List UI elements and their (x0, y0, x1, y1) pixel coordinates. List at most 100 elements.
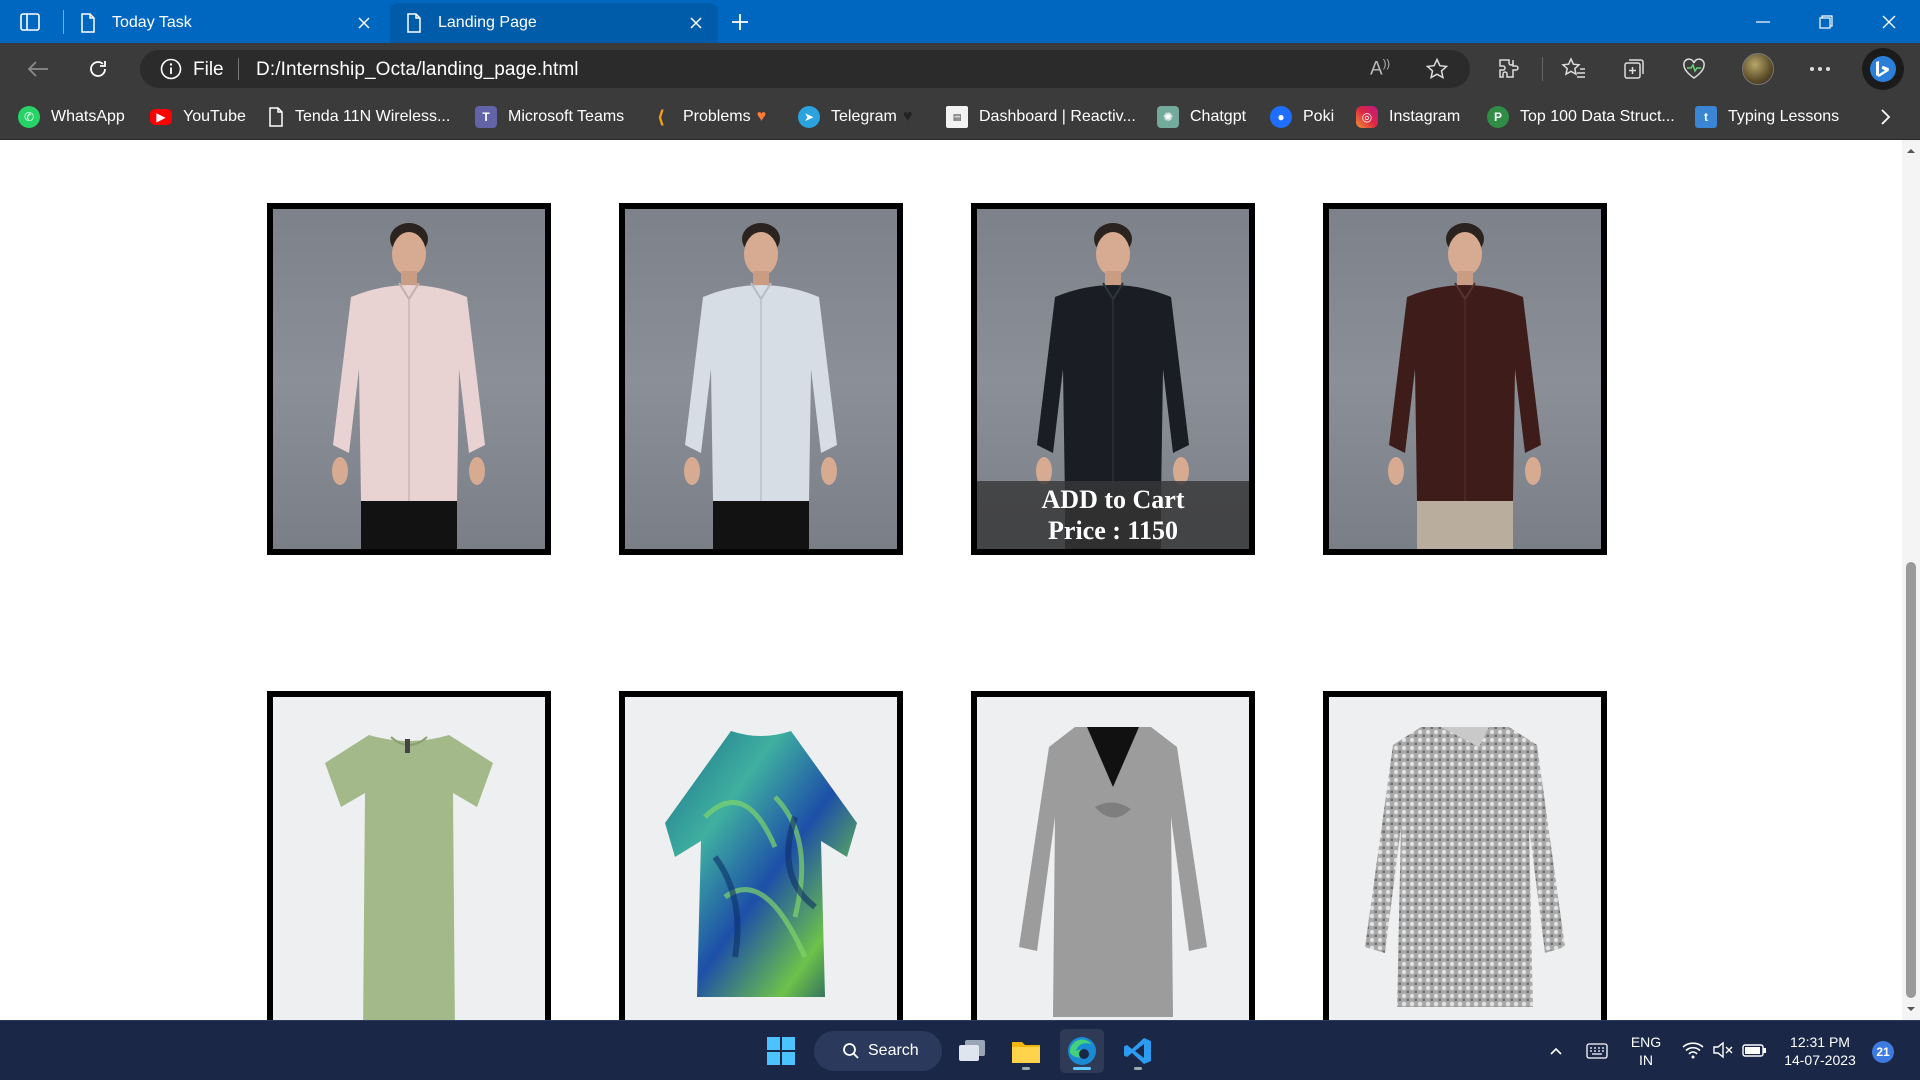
bookmark-label: Microsoft Teams (508, 108, 625, 125)
windows-taskbar: Search ENG IN 12:31 PM 14-07-2023 21 (0, 1020, 1920, 1080)
product-card-dress-tropical[interactable] (619, 691, 903, 1020)
product-card-dress-silver-sequin[interactable] (1323, 691, 1607, 1020)
url-separator (238, 58, 239, 80)
bookmark-youtube[interactable]: ▶ YouTube (150, 103, 246, 131)
wifi-icon[interactable] (1682, 1041, 1704, 1059)
bookmark-telegram[interactable]: ➤ Telegram ♥ (798, 103, 912, 131)
read-aloud-icon[interactable]: A)) (1370, 58, 1390, 80)
bookmark-problems[interactable]: ⟨ Problems ♥ (650, 103, 766, 131)
youtube-icon: ▶ (150, 109, 172, 125)
url-text[interactable]: D:/Internship_Octa/landing_page.html (256, 59, 579, 81)
bookmark-label: Typing Lessons (1728, 108, 1840, 125)
vscode-icon (1124, 1038, 1151, 1064)
tab-today-task[interactable]: Today Task (64, 3, 386, 43)
notification-badge[interactable]: 21 (1872, 1041, 1894, 1063)
more-options-icon[interactable] (1806, 55, 1834, 83)
tab-landing-page[interactable]: Landing Page (390, 3, 718, 43)
battery-icon[interactable] (1742, 1041, 1768, 1059)
edge-icon (1068, 1037, 1096, 1065)
folder-icon (1012, 1042, 1040, 1063)
page-scrollbar[interactable] (1902, 140, 1920, 1020)
task-view-button[interactable] (950, 1029, 994, 1073)
windows-logo-icon (767, 1037, 795, 1065)
typing-icon: t (1695, 106, 1717, 128)
bookmark-label: YouTube (183, 108, 246, 125)
extensions-icon[interactable] (1494, 55, 1522, 83)
scroll-down-icon[interactable] (1906, 1004, 1916, 1014)
bookmark-whatsapp[interactable]: ✆ WhatsApp (18, 103, 125, 131)
whatsapp-icon: ✆ (18, 106, 40, 128)
product-image (625, 697, 897, 1020)
bookmark-chatgpt[interactable]: ✺ Chatgpt (1157, 103, 1246, 131)
bookmarks-bar: ✆ WhatsApp ▶ YouTube Tenda 11N Wireless.… (0, 95, 1920, 140)
bookmark-label: Top 100 Data Struct... (1520, 108, 1675, 125)
address-bar[interactable]: File D:/Internship_Octa/landing_page.htm… (140, 50, 1470, 88)
product-image (273, 697, 545, 1020)
gfg-icon: P (1487, 106, 1509, 128)
file-explorer-button[interactable] (1004, 1029, 1048, 1073)
browser-essentials-icon[interactable] (1680, 55, 1708, 83)
price-label: Price : 1150 (1048, 516, 1178, 545)
language-line1: ENG (1630, 1034, 1662, 1050)
shirt-photo-icon (1388, 223, 1541, 549)
scroll-up-icon[interactable] (1906, 146, 1916, 156)
bookmark-typing-lessons[interactable]: t Typing Lessons (1695, 103, 1839, 131)
product-card-shirt-black[interactable]: ADD to Cart Price : 1150 (971, 203, 1255, 555)
tab-actions-icon[interactable] (16, 8, 44, 36)
title-bar: Today Task Landing Page (0, 0, 1920, 43)
profile-avatar[interactable] (1742, 53, 1774, 85)
telegram-icon: ➤ (798, 106, 820, 128)
dress-photo-icon (325, 735, 493, 1020)
close-icon[interactable] (356, 15, 372, 31)
bookmark-label: Instagram (1389, 108, 1461, 125)
bookmark-dashboard[interactable]: ▤ Dashboard | Reactiv... (946, 103, 1136, 131)
vscode-taskbar-button[interactable] (1116, 1029, 1160, 1073)
favorite-star-icon[interactable] (1425, 57, 1449, 81)
product-card-shirt-light-blue[interactable] (619, 203, 903, 555)
chevron-up-icon[interactable] (1548, 1043, 1564, 1059)
start-button[interactable] (759, 1029, 803, 1073)
add-to-cart-label[interactable]: ADD to Cart (1042, 484, 1185, 515)
back-button[interactable] (24, 55, 52, 83)
bookmark-teams[interactable]: T Microsoft Teams (475, 103, 624, 131)
dashboard-icon: ▤ (946, 106, 968, 128)
bookmark-poki[interactable]: ● Poki (1270, 103, 1334, 131)
keyboard-icon[interactable] (1586, 1043, 1608, 1059)
product-card-dress-green[interactable] (267, 691, 551, 1020)
dress-photo-icon (1019, 727, 1207, 1017)
edge-taskbar-button[interactable] (1060, 1029, 1104, 1073)
clock[interactable]: 12:31 PM 14-07-2023 (1775, 1033, 1865, 1069)
restore-button[interactable] (1796, 0, 1856, 43)
product-card-shirt-pink[interactable] (267, 203, 551, 555)
minimize-button[interactable] (1733, 0, 1793, 43)
product-card-dress-grey-twist[interactable] (971, 691, 1255, 1020)
new-tab-button[interactable] (726, 8, 754, 36)
shirt-photo-icon (684, 223, 837, 549)
taskbar-search[interactable]: Search (814, 1031, 942, 1071)
info-icon[interactable] (160, 58, 182, 80)
close-icon[interactable] (688, 15, 704, 31)
product-image (273, 209, 545, 549)
scrollbar-thumb[interactable] (1906, 562, 1916, 998)
bookmark-data-structures[interactable]: P Top 100 Data Struct... (1487, 103, 1675, 131)
dress-photo-icon (665, 731, 857, 997)
tab-label: Today Task (112, 14, 192, 31)
close-window-button[interactable] (1859, 0, 1919, 43)
language-indicator[interactable]: ENG IN (1628, 1033, 1664, 1069)
url-scheme-label: File (193, 59, 224, 80)
product-card-shirt-maroon[interactable] (1323, 203, 1607, 555)
copilot-icon[interactable] (1862, 48, 1904, 90)
add-to-cart-overlay[interactable]: ADD to Cart Price : 1150 (977, 481, 1249, 549)
product-image (1329, 209, 1601, 549)
favorites-icon[interactable] (1560, 55, 1588, 83)
task-view-icon (959, 1040, 985, 1061)
bookmark-label: Problems (683, 108, 751, 125)
volume-muted-icon[interactable] (1712, 1041, 1734, 1059)
page-icon (81, 13, 95, 33)
collections-icon[interactable] (1620, 55, 1648, 83)
chevron-right-icon[interactable] (1875, 107, 1895, 127)
bookmark-instagram[interactable]: ◎ Instagram (1356, 103, 1460, 131)
refresh-button[interactable] (84, 55, 112, 83)
running-indicator (1022, 1067, 1030, 1070)
bookmark-tenda[interactable]: Tenda 11N Wireless... (268, 103, 450, 131)
